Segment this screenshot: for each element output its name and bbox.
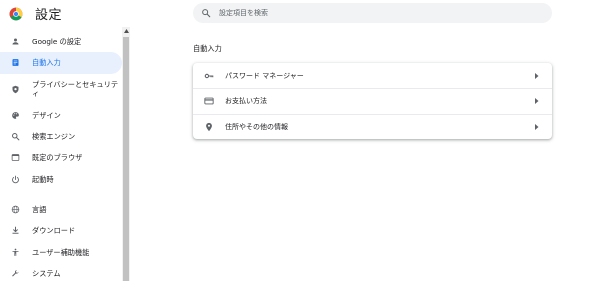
sidebar-item-autofill[interactable]: 自動入力 (0, 52, 122, 74)
search-input[interactable] (219, 9, 519, 17)
sidebar-item-label: 検索エンジン (32, 132, 76, 142)
row-label: パスワード マネージャー (225, 71, 304, 80)
sidebar-item-label: プライバシーとセキュリティ (32, 80, 119, 99)
browser-icon (11, 154, 20, 162)
row-addresses[interactable]: 住所やその他の情報 (193, 113, 552, 139)
sidebar-item-languages[interactable]: 言語 (0, 199, 122, 220)
sidebar-item-privacy[interactable]: プライバシーとセキュリティ (0, 74, 122, 105)
key-icon (204, 73, 214, 78)
row-label: お支払い方法 (225, 97, 267, 106)
download-icon (12, 226, 19, 234)
sidebar-item-system[interactable]: システム (0, 263, 122, 281)
search-bar[interactable] (193, 3, 552, 23)
shield-icon (12, 85, 19, 93)
sidebar-item-label: 既定のブラウザ (32, 153, 83, 163)
sidebar-item-on-startup[interactable]: 起動時 (0, 168, 122, 189)
sidebar-divider (0, 190, 122, 199)
page-title: 設定 (35, 8, 63, 23)
credit-card-icon (204, 98, 214, 105)
sidebar-item-default-browser[interactable]: 既定のブラウザ (0, 147, 122, 168)
sidebar-item-appearance[interactable]: デザイン (0, 105, 122, 126)
search-icon (12, 133, 20, 141)
sidebar-item-label: 自動入力 (32, 58, 61, 68)
scroll-up-arrow-icon[interactable] (122, 27, 130, 35)
row-payment-methods[interactable]: お支払い方法 (193, 88, 552, 113)
sidebar-item-accessibility[interactable]: ユーザー補助機能 (0, 241, 122, 262)
sidebar-item-downloads[interactable]: ダウンロード (0, 220, 122, 241)
sidebar-item-label: 起動時 (32, 174, 54, 184)
row-label: 住所やその他の情報 (225, 122, 288, 131)
sidebar-item-label: ユーザー補助機能 (32, 247, 90, 257)
sidebar-item-search-engine[interactable]: 検索エンジン (0, 126, 122, 147)
sidebar-item-label: システム (32, 268, 61, 278)
palette-icon (12, 111, 19, 119)
sidebar: Google の設定 自動入力 プライバシーとセキュリティ デザイン 検索エンジ… (0, 31, 122, 281)
sidebar-item-label: ダウンロード (32, 226, 76, 236)
chevron-right-icon (535, 72, 539, 79)
scrollbar-thumb[interactable] (123, 37, 129, 281)
autofill-card: パスワード マネージャー お支払い方法 住所やその他の情報 (193, 63, 552, 139)
sidebar-item-google-settings[interactable]: Google の設定 (0, 31, 122, 52)
wrench-icon (12, 269, 19, 277)
globe-icon (11, 205, 20, 214)
autofill-icon (12, 59, 19, 67)
sidebar-item-label: 言語 (32, 204, 47, 214)
chrome-logo-icon (9, 7, 23, 21)
chevron-right-icon (535, 98, 539, 105)
row-password-manager[interactable]: パスワード マネージャー (193, 63, 552, 88)
chevron-right-icon (535, 123, 539, 130)
accessibility-icon (12, 248, 19, 256)
person-icon (12, 38, 19, 45)
power-icon (12, 175, 19, 183)
section-title: 自動入力 (193, 44, 222, 53)
location-pin-icon (206, 122, 212, 131)
search-icon (202, 9, 211, 18)
sidebar-item-label: デザイン (32, 110, 61, 120)
sidebar-scrollbar[interactable] (122, 27, 130, 281)
sidebar-item-label: Google の設定 (32, 37, 82, 47)
